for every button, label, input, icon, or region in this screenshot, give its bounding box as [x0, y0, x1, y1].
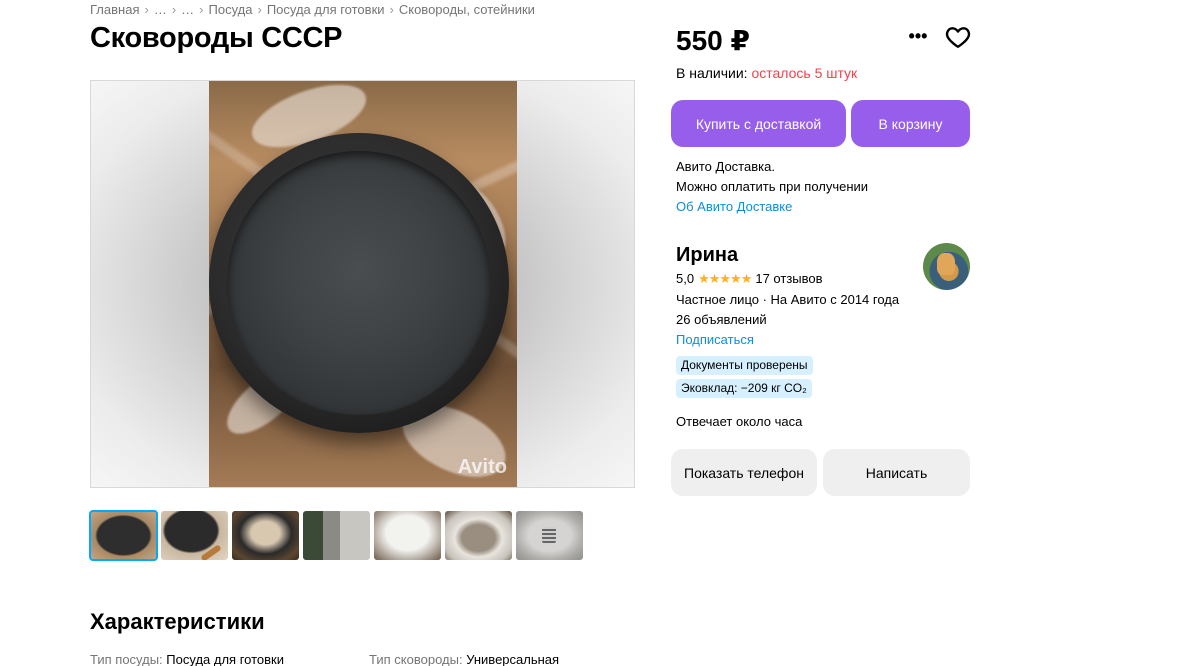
- breadcrumb-ellipsis[interactable]: …: [154, 2, 167, 17]
- breadcrumb-cookware[interactable]: Посуда для готовки: [267, 2, 385, 17]
- product-photo: Avito: [209, 81, 517, 487]
- spec-value: Посуда для готовки: [166, 652, 284, 666]
- seller-ads-count[interactable]: 26 объявлений: [676, 310, 899, 330]
- spec-key: Тип посуды:: [90, 652, 163, 666]
- seller-rating: 5,0 ★★★★★ 17 отзывов: [676, 271, 823, 287]
- thumbnail-strip: [89, 510, 583, 561]
- add-to-cart-button[interactable]: В корзину: [851, 100, 970, 147]
- delivery-line: Можно оплатить при получении: [676, 179, 869, 194]
- breadcrumb-separator: ›: [171, 2, 177, 17]
- price: 550 ₽: [676, 25, 750, 56]
- show-phone-button[interactable]: Показать телефон: [671, 449, 817, 496]
- star-icon: ★★★★★: [698, 271, 752, 286]
- breadcrumb-pans[interactable]: Сковороды, сотейники: [399, 2, 535, 17]
- breadcrumb-dishes[interactable]: Посуда: [209, 2, 253, 17]
- breadcrumb-separator: ›: [144, 2, 149, 17]
- rating-value: 5,0: [676, 271, 695, 286]
- stock-remaining: осталось 5 штук: [751, 65, 858, 81]
- breadcrumb-ellipsis[interactable]: …: [181, 2, 194, 17]
- eco-contribution-badge[interactable]: Эковклад: −209 кг CO₂: [676, 379, 812, 398]
- thumbnail-6[interactable]: [445, 511, 512, 560]
- spec-item: Тип сковороды: Универсальная: [369, 652, 559, 666]
- write-message-button[interactable]: Написать: [823, 449, 970, 496]
- thumbnail-2[interactable]: [161, 511, 228, 560]
- stock-label: В наличии:: [676, 65, 748, 81]
- thumbnail-7[interactable]: [516, 511, 583, 560]
- main-photo[interactable]: Avito: [90, 80, 635, 488]
- frying-pan: [209, 133, 509, 433]
- seller-meta: Частное лицо · На Авито с 2014 года 26 о…: [676, 290, 899, 350]
- breadcrumb-separator: ›: [389, 2, 394, 17]
- spec-item: Тип посуды: Посуда для готовки: [90, 652, 284, 666]
- breadcrumb-separator: ›: [199, 2, 204, 17]
- seller-name[interactable]: Ирина: [676, 244, 738, 267]
- breadcrumb-home[interactable]: Главная: [90, 2, 139, 17]
- delivery-line: Авито Доставка.: [676, 159, 775, 174]
- avito-watermark: Avito: [457, 456, 507, 478]
- spec-key: Тип сковороды:: [369, 652, 463, 666]
- thumbnail-4[interactable]: [303, 511, 370, 560]
- more-horizontal-icon[interactable]: •••: [906, 26, 930, 46]
- avatar[interactable]: [923, 243, 970, 290]
- spec-value: Универсальная: [466, 652, 560, 666]
- heart-icon[interactable]: [945, 24, 971, 50]
- breadcrumb: Главная › … › … › Посуда › Посуда для готовки › Ск…: [90, 2, 535, 17]
- documents-verified-badge[interactable]: Документы проверены: [676, 356, 813, 375]
- thumbnail-3[interactable]: [232, 511, 299, 560]
- buy-with-delivery-button[interactable]: Купить с доставкой: [671, 100, 846, 147]
- reviews-link[interactable]: 17 отзывов: [755, 271, 822, 286]
- thumbnail-5[interactable]: [374, 511, 441, 560]
- breadcrumb-separator: ›: [257, 2, 262, 17]
- seller-type-since: Частное лицо · На Авито с 2014 года: [676, 292, 900, 307]
- delivery-info: Авито Доставка. Можно оплатить при получ…: [676, 157, 868, 217]
- thumbnail-1[interactable]: [89, 510, 158, 561]
- response-time: Отвечает около часа: [676, 414, 803, 429]
- characteristics-heading: Характеристики: [90, 609, 265, 634]
- stock-status: В наличии: осталось 5 штук: [676, 65, 857, 81]
- page-title: Сковороды СССР: [90, 22, 343, 54]
- subscribe-link[interactable]: Подписаться: [676, 330, 899, 350]
- delivery-about-link[interactable]: Об Авито Доставке: [676, 197, 868, 217]
